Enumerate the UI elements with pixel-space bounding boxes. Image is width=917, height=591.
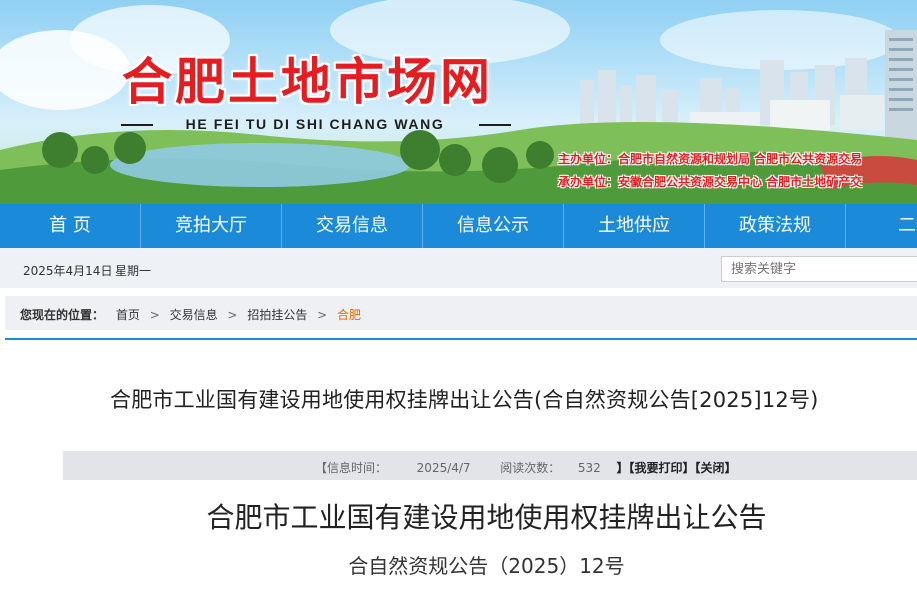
nav-item-transaction-info[interactable]: 交易信息	[282, 204, 423, 248]
breadcrumb-link-bidding-notices[interactable]: 招拍挂公告	[247, 308, 307, 322]
breadcrumb-separator: >	[149, 308, 160, 322]
breadcrumb-separator: >	[227, 308, 238, 322]
print-button[interactable]: 【我要打印】	[628, 461, 694, 475]
article-headline: 合肥市工业国有建设用地使用权挂牌出让公告(合自然资规公告[2025]12号)	[110, 388, 819, 412]
breadcrumb-label: 您现在的位置：	[20, 308, 105, 322]
site-pinyin-subtitle: HE FEI TU DI SHI CHANG WANG	[121, 116, 511, 132]
nav-item-policy[interactable]: 政策法规	[705, 204, 846, 248]
host-line-sponsor: 主办单位：合肥市自然资源和规划局 合肥市公共资源交易	[558, 152, 863, 166]
article-info-bar: 【信息时间： 2025/4/7 阅读次数： 532 】【我要打印】【关闭】	[63, 451, 917, 480]
site-banner: 合肥土地市场网 HE FEI TU DI SHI CHANG WANG 主办单位…	[0, 0, 917, 204]
info-time-value: 2025/4/7	[416, 461, 471, 475]
info-time-label: 【信息时间：	[315, 461, 388, 475]
nav-item-secondary[interactable]: 二级	[846, 204, 917, 248]
info-views-label: 阅读次数：	[500, 461, 561, 475]
current-weekday: 星期一	[115, 264, 152, 278]
document-title: 合肥市工业国有建设用地使用权挂牌出让公告	[206, 501, 767, 534]
breadcrumb-separator: >	[317, 308, 328, 322]
host-line-organizer: 承办单位：安徽合肥公共资源交易中心 合肥市土地矿产交	[558, 175, 863, 189]
breadcrumb-current-hefei[interactable]: 合肥	[337, 308, 361, 322]
nav-item-land-supply[interactable]: 土地供应	[564, 204, 705, 248]
search-input[interactable]	[721, 256, 917, 282]
breadcrumb-link-transaction-info[interactable]: 交易信息	[170, 308, 218, 322]
current-date: 2025年4月14日	[23, 264, 113, 278]
nav-item-home[interactable]: 首 页	[0, 204, 141, 248]
breadcrumb: 您现在的位置： 首页 > 交易信息 > 招拍挂公告 > 合肥	[5, 296, 917, 330]
main-nav: 首 页 竞拍大厅 交易信息 信息公示 土地供应 政策法规 二级	[0, 204, 917, 248]
breadcrumb-link-home[interactable]: 首页	[116, 308, 140, 322]
nav-item-info-publicity[interactable]: 信息公示	[423, 204, 564, 248]
site-title-logo: 合肥土地市场网	[122, 53, 493, 111]
info-bracket-close: 】	[616, 461, 629, 475]
document-number: 合自然资规公告（2025）12号	[348, 554, 625, 578]
nav-item-auction-hall[interactable]: 竞拍大厅	[141, 204, 282, 248]
host-units: 主办单位：合肥市自然资源和规划局 合肥市公共资源交易 承办单位：安徽合肥公共资源…	[558, 148, 917, 194]
info-views-value: 532	[577, 461, 601, 475]
close-button[interactable]: 【关闭】	[695, 461, 737, 475]
